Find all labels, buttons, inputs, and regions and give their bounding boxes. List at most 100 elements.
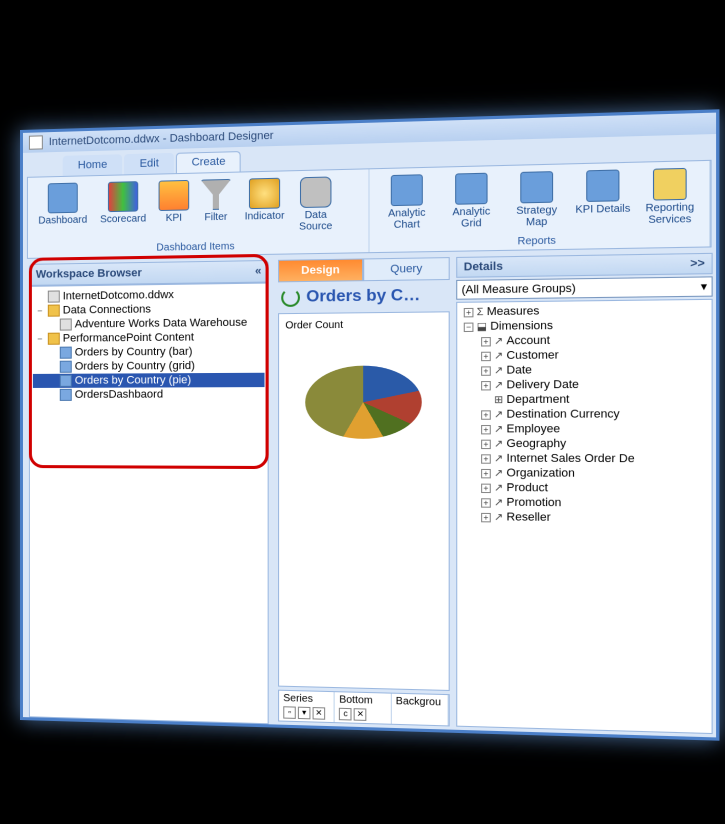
tab-edit[interactable]: Edit	[124, 153, 174, 175]
workspace-browser-header[interactable]: Workspace Browser «	[29, 260, 269, 286]
tree-row[interactable]: Orders by Country (bar)	[33, 344, 265, 360]
ribbon-strategy-map[interactable]: Strategy Map	[505, 169, 569, 235]
background-section[interactable]: Backgrou	[391, 694, 448, 726]
tab-home[interactable]: Home	[63, 154, 123, 176]
editor-tabs: Design Query	[278, 257, 450, 282]
details-tree[interactable]: +ΣMeasures−⬓Dimensions+↗Account+↗Custome…	[456, 299, 712, 734]
expander-icon[interactable]: +	[481, 512, 491, 522]
details-item-label: Customer	[506, 349, 558, 362]
analytic-chart-icon	[391, 174, 423, 206]
tab-design[interactable]: Design	[278, 258, 363, 282]
tree-row[interactable]: Orders by Country (pie)	[33, 373, 265, 388]
dashboard-icon	[48, 183, 78, 214]
chart-icon	[60, 375, 72, 387]
details-row[interactable]: +↗Internet Sales Order De	[459, 451, 709, 467]
details-expand-icon[interactable]: >>	[690, 257, 705, 270]
ribbon-reporting-services[interactable]: Reporting Services	[637, 165, 702, 231]
dimension-icon: ↗	[494, 379, 503, 391]
details-row[interactable]: ⊞Department	[459, 392, 709, 407]
expander-icon[interactable]: +	[481, 483, 491, 492]
details-item-label: Internet Sales Order De	[506, 452, 634, 465]
ribbon-data-source[interactable]: Data Source	[293, 174, 339, 238]
expander-icon[interactable]: +	[481, 351, 491, 360]
ribbon-scorecard[interactable]: Scorecard	[94, 179, 153, 242]
expander-icon[interactable]: +	[481, 498, 491, 507]
app-window: InternetDotcomo.ddwx - Dashboard Designe…	[20, 109, 719, 740]
expander-icon[interactable]: +	[481, 410, 491, 419]
document-title: Orders by C…	[306, 287, 420, 307]
db-icon	[60, 318, 72, 330]
strategy-map-icon	[520, 171, 553, 203]
kpi-details-icon	[586, 169, 619, 202]
dimension-icon: ⊞	[494, 394, 503, 406]
content-area: Workspace Browser « InternetDotcomo.ddwx…	[23, 250, 716, 738]
expander-icon[interactable]: +	[481, 468, 491, 477]
pie-chart	[305, 365, 422, 439]
details-row[interactable]: +↗Delivery Date	[459, 377, 709, 393]
bottom-delete-icon[interactable]: ✕	[354, 708, 367, 721]
details-row[interactable]: +↗Product	[459, 480, 709, 496]
expander-icon[interactable]: −	[464, 322, 474, 331]
dimension-icon: ⬓	[477, 321, 487, 333]
dimension-icon: ↗	[494, 482, 503, 494]
expander-icon[interactable]: −	[35, 334, 45, 344]
window-title: InternetDotcomo.ddwx - Dashboard Designe…	[49, 130, 274, 149]
ribbon-indicator[interactable]: Indicator	[239, 175, 291, 239]
details-row[interactable]: +↗Destination Currency	[459, 407, 709, 422]
details-row[interactable]: +↗Date	[459, 362, 709, 378]
ribbon-analytic-grid[interactable]: Analytic Grid	[440, 170, 503, 235]
details-row[interactable]: +↗Organization	[459, 466, 709, 482]
details-title: Details	[464, 260, 503, 273]
tree-row[interactable]: Orders by Country (grid)	[33, 358, 265, 374]
series-section[interactable]: Series ▫ ▾ ✕	[279, 691, 335, 722]
kpi-icon	[159, 180, 190, 211]
expander-icon[interactable]: +	[464, 307, 474, 317]
dimension-icon: ↗	[494, 497, 503, 509]
chart-icon	[60, 389, 72, 401]
chart-icon	[60, 347, 72, 359]
measure-group-combo[interactable]: (All Measure Groups) ▾	[456, 276, 712, 299]
folder-icon	[48, 333, 60, 345]
ribbon-filter[interactable]: Filter	[195, 177, 236, 240]
series-dropdown-icon[interactable]: ▾	[298, 707, 311, 720]
details-row[interactable]: +↗Geography	[459, 436, 709, 451]
tree-row[interactable]: OrdersDashbaord	[33, 387, 265, 402]
indicator-icon	[249, 178, 280, 209]
expander-icon[interactable]: +	[481, 380, 491, 389]
scorecard-icon	[108, 181, 138, 212]
chevron-down-icon: ▾	[701, 280, 707, 294]
chart-icon	[60, 361, 72, 373]
refresh-icon[interactable]	[281, 288, 300, 307]
dimension-icon: ↗	[494, 365, 503, 377]
bottom-section[interactable]: Bottom c ✕	[335, 692, 392, 724]
collapse-icon[interactable]: «	[255, 265, 261, 277]
tab-create[interactable]: Create	[176, 151, 241, 173]
details-row[interactable]: +↗Customer	[459, 347, 709, 363]
details-row[interactable]: +↗Reseller	[459, 510, 709, 527]
details-item-label: Product	[506, 482, 547, 495]
ribbon-dashboard[interactable]: Dashboard	[34, 180, 92, 242]
ribbon-group-dashboard-items: Dashboard Scorecard KPI Filter Indicator	[28, 169, 370, 258]
details-row[interactable]: +↗Employee	[459, 422, 709, 437]
ribbon-analytic-chart[interactable]: Analytic Chart	[376, 172, 438, 237]
ribbon-kpi[interactable]: KPI	[154, 178, 193, 241]
series-config-icon[interactable]: ▫	[283, 706, 296, 719]
series-delete-icon[interactable]: ✕	[313, 707, 326, 720]
expander-icon[interactable]: +	[481, 439, 491, 448]
dimension-icon: ↗	[494, 511, 503, 523]
tree-item-label: PerformancePoint Content	[63, 331, 194, 344]
ribbon-group-reports: Analytic Chart Analytic Grid Strategy Ma…	[370, 161, 711, 252]
tab-query[interactable]: Query	[363, 257, 450, 281]
bottom-refresh-icon[interactable]: c	[339, 708, 352, 721]
details-header[interactable]: Details >>	[456, 253, 712, 278]
expander-icon[interactable]: +	[481, 366, 491, 375]
expander-icon[interactable]: +	[481, 337, 491, 346]
expander-icon[interactable]: +	[481, 454, 491, 463]
workspace-tree[interactable]: InternetDotcomo.ddwx−Data ConnectionsAdv…	[29, 283, 269, 725]
app-icon	[29, 135, 43, 149]
expander-icon[interactable]: −	[35, 306, 45, 316]
expander-icon[interactable]: +	[481, 424, 491, 433]
tree-item-label: Data Connections	[63, 303, 151, 316]
details-panel: Details >> (All Measure Groups) ▾ +ΣMeas…	[453, 250, 716, 738]
ribbon-kpi-details[interactable]: KPI Details	[571, 167, 635, 233]
